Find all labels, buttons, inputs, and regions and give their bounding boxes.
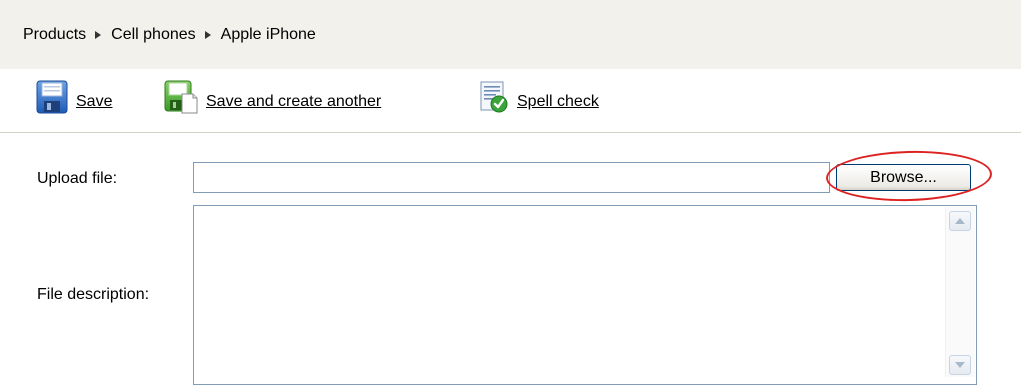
breadcrumb-item-products[interactable]: Products [23,26,86,44]
breadcrumb-item-apple-iphone: Apple iPhone [220,26,316,43]
breadcrumb-separator-icon [95,31,102,39]
spell-check-label: Spell check [517,92,599,110]
document-check-icon [477,80,509,119]
breadcrumb: Products Cell phones Apple iPhone [23,26,316,44]
breadcrumb-bar: Products Cell phones Apple iPhone [0,0,1021,69]
floppy-disk-new-page-icon [164,80,198,119]
file-description-label: File description: [37,286,150,303]
file-description-field[interactable] [193,205,977,385]
description-scrollbar[interactable] [945,207,975,377]
upload-file-label: Upload file: [37,170,118,187]
browse-button[interactable]: Browse... [836,164,971,191]
breadcrumb-separator-icon [204,31,211,39]
save-and-create-another-label: Save and create another [206,92,382,110]
spell-check-button[interactable]: Spell check [477,80,599,119]
upload-file-input[interactable] [193,162,830,193]
breadcrumb-item-cell-phones[interactable]: Cell phones [111,26,196,44]
save-label: Save [76,92,113,110]
save-button[interactable]: Save [36,80,112,119]
toolbar: Save Save and create another Spell check [0,69,1021,133]
save-and-create-another-button[interactable]: Save and create another [164,80,381,119]
floppy-disk-icon [36,80,68,119]
scroll-down-arrow-icon[interactable] [949,355,971,375]
scroll-up-arrow-icon[interactable] [949,211,971,231]
